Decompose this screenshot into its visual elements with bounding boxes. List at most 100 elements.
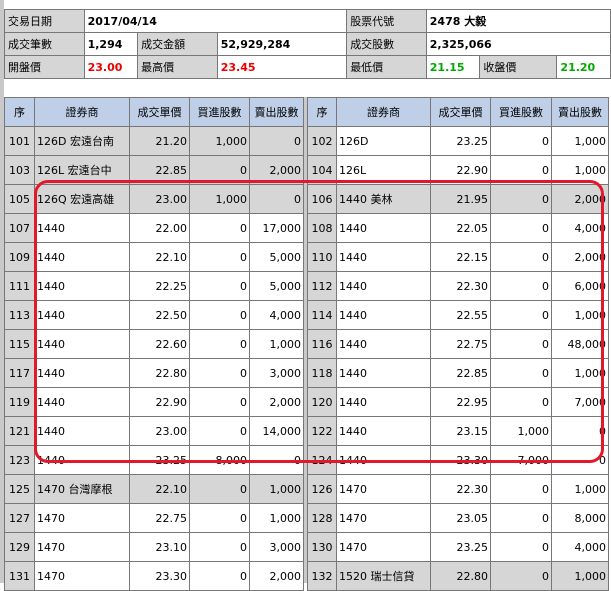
summary-table: 交易日期 2017/04/14 股票代號 2478 大毅 成交筆數 1,294 … [4, 9, 611, 79]
table-row: 114 1440 22.55 0 1,000 [307, 300, 609, 330]
table-row: 103 126L 宏遠台中 22.85 0 2,000 [4, 155, 304, 185]
buy-shares-cell: 0 [189, 242, 250, 272]
buy-shares-cell: 0 [490, 213, 552, 243]
low-price-label: 最低價 [346, 55, 427, 79]
left-trade-table: 序 證券商 成交單價 買進股數 賣出股數 101 126D 宏遠台南 21.20 1,… [4, 97, 304, 591]
broker-cell: 1470 [34, 561, 130, 591]
price-cell: 23.25 [430, 126, 491, 156]
seq-cell: 125 [4, 474, 35, 504]
col-header-sell: 賣出股數 [249, 97, 304, 127]
open-price-label: 開盤價 [4, 55, 85, 79]
sell-shares-cell: 3,000 [249, 358, 304, 388]
price-cell: 23.25 [129, 445, 190, 475]
seq-cell: 101 [4, 126, 35, 156]
sell-shares-cell: 48,000 [551, 329, 609, 359]
price-cell: 22.30 [430, 474, 491, 504]
broker-cell: 1440 [34, 445, 130, 475]
table-row: 127 1470 22.75 0 1,000 [4, 503, 304, 533]
broker-cell: 126L 宏遠台中 [34, 155, 130, 185]
buy-shares-cell: 8,000 [189, 445, 250, 475]
buy-shares-cell: 7,000 [490, 445, 552, 475]
price-cell: 22.60 [129, 329, 190, 359]
sell-shares-cell: 1,000 [551, 358, 609, 388]
sell-shares-cell: 8,000 [551, 503, 609, 533]
buy-shares-cell: 0 [189, 503, 250, 533]
price-cell: 23.05 [430, 503, 491, 533]
seq-cell: 105 [4, 184, 35, 214]
low-price-value: 21.15 [425, 55, 481, 79]
col-header-price: 成交單價 [430, 97, 491, 127]
price-cell: 21.20 [129, 126, 190, 156]
price-cell: 23.10 [129, 532, 190, 562]
broker-cell: 126L [336, 155, 431, 185]
sell-shares-cell: 2,000 [249, 561, 304, 591]
broker-cell: 1440 [34, 329, 130, 359]
broker-cell: 126D [336, 126, 431, 156]
table-row: 130 1470 23.25 0 4,000 [307, 532, 609, 562]
col-header-broker: 證券商 [336, 97, 431, 127]
seq-cell: 114 [307, 300, 337, 330]
price-cell: 22.25 [129, 271, 190, 301]
table-row: 117 1440 22.80 0 3,000 [4, 358, 304, 388]
broker-cell: 1440 [336, 329, 431, 359]
sell-shares-cell: 1,000 [551, 474, 609, 504]
buy-shares-cell: 0 [490, 387, 552, 417]
price-cell: 22.55 [430, 300, 491, 330]
table-row: 101 126D 宏遠台南 21.20 1,000 0 [4, 126, 304, 156]
seq-cell: 122 [307, 416, 337, 446]
broker-cell: 1470 台灣摩根 [34, 474, 130, 504]
price-cell: 23.00 [129, 416, 190, 446]
seq-cell: 110 [307, 242, 337, 272]
broker-cell: 1440 [34, 358, 130, 388]
table-row: 105 126Q 宏遠高雄 23.00 1,000 0 [4, 184, 304, 214]
buy-shares-cell: 0 [189, 416, 250, 446]
buy-shares-cell: 0 [490, 561, 552, 591]
table-row: 106 1440 美林 21.95 0 2,000 [307, 184, 609, 214]
seq-cell: 127 [4, 503, 35, 533]
seq-cell: 103 [4, 155, 35, 185]
col-header-price: 成交單價 [129, 97, 190, 127]
price-cell: 22.30 [430, 271, 491, 301]
price-cell: 22.50 [129, 300, 190, 330]
buy-shares-cell: 0 [189, 561, 250, 591]
broker-cell: 1440 [34, 416, 130, 446]
broker-cell: 1440 [34, 300, 130, 330]
sell-shares-cell: 1,000 [551, 561, 609, 591]
sell-shares-cell: 3,000 [249, 532, 304, 562]
broker-cell: 1440 [336, 358, 431, 388]
table-row: 131 1470 23.30 0 2,000 [4, 561, 304, 591]
price-cell: 23.00 [129, 184, 190, 214]
sell-shares-cell: 5,000 [249, 242, 304, 272]
seq-cell: 118 [307, 358, 337, 388]
buy-shares-cell: 0 [490, 503, 552, 533]
close-price-value: 21.20 [556, 55, 611, 79]
broker-cell: 1520 瑞士信貸 [336, 561, 431, 591]
sell-shares-cell: 4,000 [249, 300, 304, 330]
col-header-buy: 買進股數 [189, 97, 250, 127]
seq-cell: 115 [4, 329, 35, 359]
buy-shares-cell: 0 [189, 474, 250, 504]
sell-shares-cell: 0 [249, 445, 304, 475]
table-row: 125 1470 台灣摩根 22.10 0 1,000 [4, 474, 304, 504]
seq-cell: 106 [307, 184, 337, 214]
broker-cell: 1440 [336, 213, 431, 243]
sell-shares-cell: 0 [249, 126, 304, 156]
shares-label: 成交股數 [346, 32, 427, 56]
seq-cell: 131 [4, 561, 35, 591]
broker-cell: 1470 [34, 532, 130, 562]
buy-shares-cell: 1,000 [189, 184, 250, 214]
buy-shares-cell: 0 [189, 358, 250, 388]
broker-cell: 1440 [34, 213, 130, 243]
buy-shares-cell: 0 [189, 300, 250, 330]
buy-shares-cell: 0 [490, 329, 552, 359]
col-header-sell: 賣出股數 [551, 97, 609, 127]
sell-shares-cell: 0 [551, 416, 609, 446]
open-price-value: 23.00 [83, 55, 139, 79]
seq-cell: 117 [4, 358, 35, 388]
sell-shares-cell: 1,000 [249, 503, 304, 533]
table-row: 123 1440 23.25 8,000 0 [4, 445, 304, 475]
buy-shares-cell: 0 [189, 532, 250, 562]
price-cell: 22.85 [129, 155, 190, 185]
right-trade-table: 序 證券商 成交單價 買進股數 賣出股數 102 126D 23.25 0 1,000 1… [307, 97, 609, 591]
seq-cell: 119 [4, 387, 35, 417]
